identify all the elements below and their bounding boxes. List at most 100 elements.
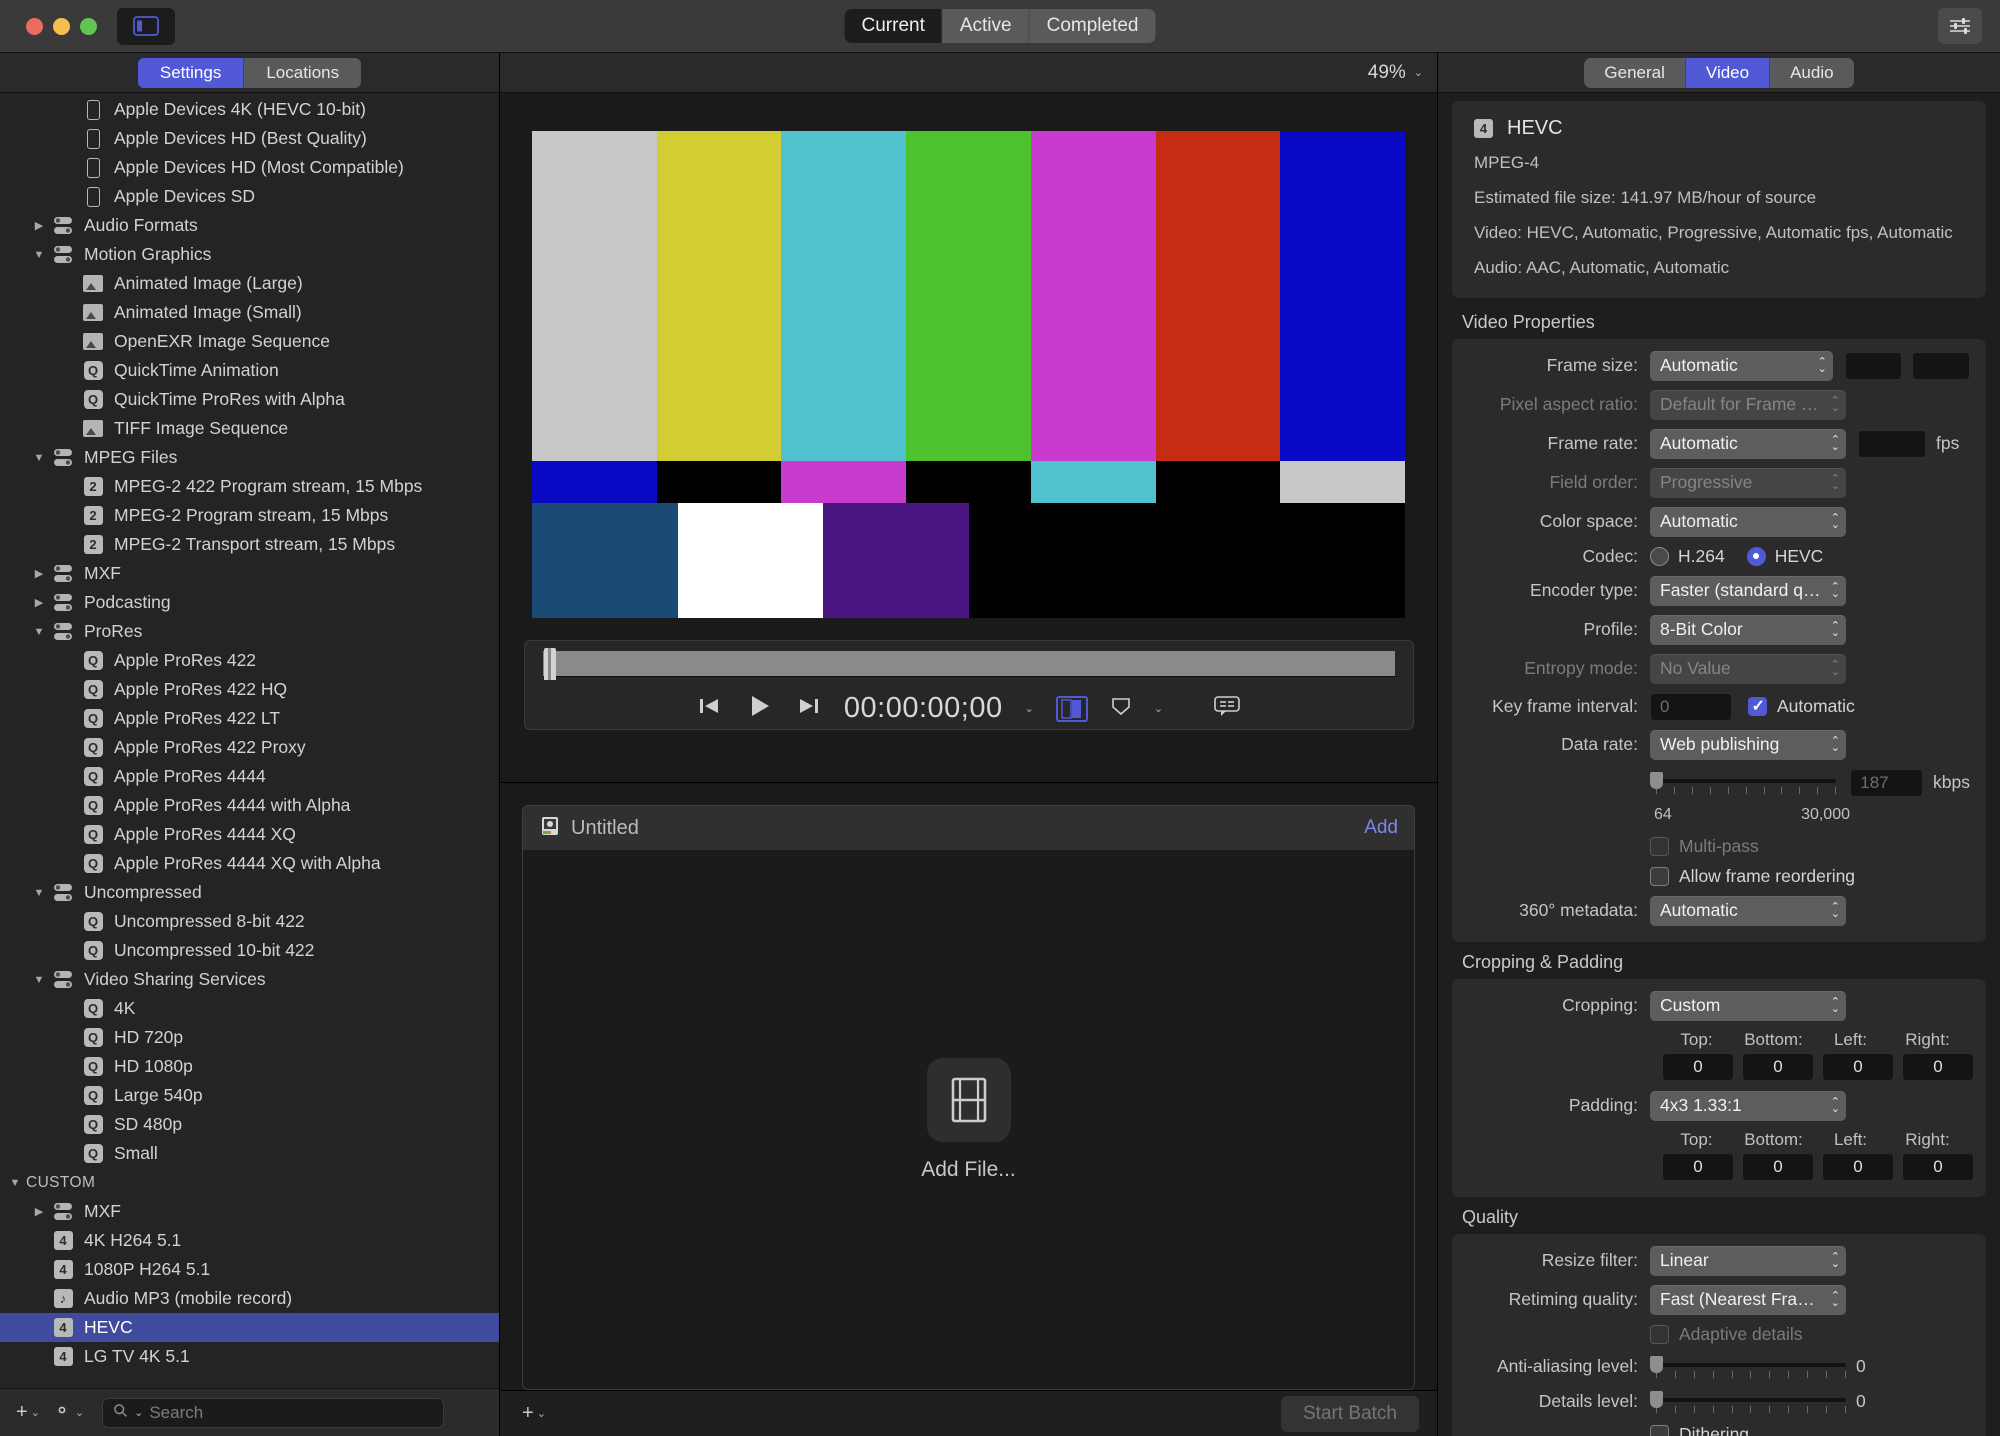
pad-bottom-field[interactable]: 0 — [1742, 1152, 1814, 1181]
settings-tree-item[interactable]: ▸ TIFF Image Sequence — [0, 414, 499, 443]
play-icon[interactable] — [744, 691, 774, 726]
tab-general[interactable]: General — [1584, 57, 1686, 88]
settings-tree-item[interactable]: ▼ CUSTOM — [0, 1168, 499, 1197]
settings-tree-item[interactable]: ▸4 4K H264 5.1 — [0, 1226, 499, 1255]
padding-select[interactable]: 4x3 1.33:1 ⌃ ⌄ — [1650, 1090, 1846, 1121]
data-rate-field[interactable]: 187 — [1850, 768, 1924, 797]
settings-tree-item[interactable]: ▸Q QuickTime Animation — [0, 356, 499, 385]
slider-knob[interactable] — [1650, 771, 1663, 789]
frame-rate-select[interactable]: Automatic ⌃ ⌄ — [1650, 428, 1846, 459]
tab-settings[interactable]: Settings — [137, 57, 245, 88]
settings-tree-item[interactable]: ▸Q SD 480p — [0, 1110, 499, 1139]
add-output-link[interactable]: Add — [1364, 817, 1398, 839]
data-rate-slider[interactable] — [1650, 770, 1837, 796]
metadata-360-select[interactable]: Automatic ⌃ ⌄ — [1650, 895, 1846, 926]
add-setting-button[interactable]: + ⌄ — [12, 1401, 44, 1424]
tab-current[interactable]: Current — [844, 9, 943, 43]
retiming-quality-select[interactable]: Fast (Nearest Frame) ⌃ ⌄ — [1650, 1284, 1846, 1315]
search-input[interactable]: ⌄ Search — [102, 1397, 445, 1428]
disclosure-collapsed-icon[interactable]: ▶ — [28, 596, 50, 609]
disclosure-collapsed-icon[interactable]: ▶ — [28, 1205, 50, 1218]
settings-tree-item[interactable]: ▸ Apple Devices HD (Best Quality) — [0, 124, 499, 153]
crop-right-field[interactable]: 0 — [1902, 1052, 1974, 1081]
settings-tree-item[interactable]: ▸Q Uncompressed 8-bit 422 — [0, 907, 499, 936]
chevron-down-icon[interactable]: ⌄ — [1154, 702, 1163, 715]
settings-tree-item[interactable]: ▼ Video Sharing Services — [0, 965, 499, 994]
frame-height-field[interactable] — [1912, 351, 1970, 380]
color-space-select[interactable]: Automatic ⌃ ⌄ — [1650, 506, 1846, 537]
settings-tree-item[interactable]: ▸4 HEVC — [0, 1313, 499, 1342]
dithering-checkbox[interactable]: Dithering — [1650, 1424, 1749, 1436]
closed-caption-icon[interactable] — [1213, 694, 1241, 723]
settings-tree-item[interactable]: ▸2 MPEG-2 422 Program stream, 15 Mbps — [0, 472, 499, 501]
settings-tree-item[interactable]: ▸Q HD 720p — [0, 1023, 499, 1052]
chevron-down-icon[interactable]: ⌄ — [1025, 702, 1034, 715]
tab-video[interactable]: Video — [1685, 57, 1771, 88]
tab-locations[interactable]: Locations — [244, 58, 361, 88]
marker-icon[interactable] — [1110, 695, 1132, 722]
frame-rate-field[interactable] — [1858, 429, 1926, 458]
tab-audio[interactable]: Audio — [1770, 58, 1853, 88]
start-batch-button[interactable]: Start Batch — [1281, 1395, 1419, 1432]
job-status-tabs[interactable]: Current Active Completed — [844, 9, 1156, 43]
settings-tree-item[interactable]: ▸Q Large 540p — [0, 1081, 499, 1110]
disclosure-expanded-icon[interactable]: ▼ — [28, 626, 50, 638]
tab-active[interactable]: Active — [943, 9, 1030, 43]
disclosure-expanded-icon[interactable]: ▼ — [28, 974, 50, 986]
key-frame-interval-field[interactable]: 0 — [1650, 692, 1732, 721]
settings-tree[interactable]: ▸ Apple Devices 4K (HEVC 10-bit) ▸ Apple De… — [0, 93, 499, 1388]
settings-tree-item[interactable]: ▸♪ Audio MP3 (mobile record) — [0, 1284, 499, 1313]
settings-tree-item[interactable]: ▼ ProRes — [0, 617, 499, 646]
settings-tree-item[interactable]: ▸ Apple Devices HD (Most Compatible) — [0, 153, 499, 182]
settings-tree-item[interactable]: ▶ MXF — [0, 559, 499, 588]
batch-name[interactable]: Untitled — [571, 817, 639, 840]
settings-tree-item[interactable]: ▸ Animated Image (Small) — [0, 298, 499, 327]
settings-tree-item[interactable]: ▼ MPEG Files — [0, 443, 499, 472]
add-job-button[interactable]: + ⌄ — [518, 1402, 550, 1425]
zoom-button[interactable] — [80, 17, 97, 35]
settings-tree-item[interactable]: ▸Q HD 1080p — [0, 1052, 499, 1081]
settings-tree-item[interactable]: ▸Q QuickTime ProRes with Alpha — [0, 385, 499, 414]
settings-tree-item[interactable]: ▸ Animated Image (Large) — [0, 269, 499, 298]
settings-tree-item[interactable]: ▶ MXF — [0, 1197, 499, 1226]
pad-right-field[interactable]: 0 — [1902, 1152, 1974, 1181]
settings-tree-item[interactable]: ▶ Audio Formats — [0, 211, 499, 240]
crop-left-field[interactable]: 0 — [1822, 1052, 1894, 1081]
settings-tree-item[interactable]: ▸4 LG TV 4K 5.1 — [0, 1342, 499, 1371]
settings-tree-item[interactable]: ▸2 MPEG-2 Program stream, 15 Mbps — [0, 501, 499, 530]
crop-bottom-field[interactable]: 0 — [1742, 1052, 1814, 1081]
disclosure-expanded-icon[interactable]: ▼ — [28, 452, 50, 464]
settings-tree-item[interactable]: ▸ Apple Devices 4K (HEVC 10-bit) — [0, 95, 499, 124]
close-button[interactable] — [26, 17, 43, 35]
sliders-icon[interactable] — [1938, 8, 1982, 44]
codec-radio-hevc[interactable]: HEVC — [1746, 546, 1823, 567]
pad-left-field[interactable]: 0 — [1822, 1152, 1894, 1181]
codec-radio-h264[interactable]: H.264 — [1650, 546, 1725, 567]
sidebar-toggle-icon[interactable] — [117, 7, 175, 45]
key-frame-automatic-checkbox[interactable]: Automatic — [1748, 696, 1855, 717]
cropping-select[interactable]: Custom ⌃ ⌄ — [1650, 990, 1846, 1021]
profile-select[interactable]: 8-Bit Color ⌃ ⌄ — [1650, 614, 1846, 645]
frame-size-select[interactable]: Automatic ⌃ ⌄ — [1650, 350, 1833, 381]
disclosure-collapsed-icon[interactable]: ▶ — [28, 567, 50, 580]
settings-tree-item[interactable]: ▸Q Apple ProRes 4444 XQ with Alpha — [0, 849, 499, 878]
settings-tree-item[interactable]: ▸Q Small — [0, 1139, 499, 1168]
settings-tree-item[interactable]: ▸4 1080P H264 5.1 — [0, 1255, 499, 1284]
timecode-display[interactable]: 00:00:00;00 — [844, 692, 1003, 725]
settings-tree-item[interactable]: ▼ Uncompressed — [0, 878, 499, 907]
settings-tree-item[interactable]: ▸ OpenEXR Image Sequence — [0, 327, 499, 356]
settings-tree-item[interactable]: ▸Q Apple ProRes 422 — [0, 646, 499, 675]
allow-frame-reordering-checkbox[interactable]: Allow frame reordering — [1650, 866, 1855, 887]
disclosure-expanded-icon[interactable]: ▼ — [28, 887, 50, 899]
settings-tree-item[interactable]: ▸2 MPEG-2 Transport stream, 15 Mbps — [0, 530, 499, 559]
resize-filter-select[interactable]: Linear ⌃ ⌄ — [1650, 1245, 1846, 1276]
settings-tree-item[interactable]: ▸Q Apple ProRes 422 LT — [0, 704, 499, 733]
data-rate-select[interactable]: Web publishing ⌃ ⌄ — [1650, 729, 1846, 760]
batch-dropzone[interactable]: Add File... — [523, 850, 1414, 1389]
zoom-control[interactable]: 49% ⌄ — [1368, 62, 1423, 84]
film-strip-icon[interactable] — [926, 1057, 1011, 1142]
scrubber-track[interactable] — [542, 648, 1395, 680]
disclosure-collapsed-icon[interactable]: ▶ — [28, 219, 50, 232]
minimize-button[interactable] — [53, 17, 70, 35]
split-view-icon[interactable] — [1055, 695, 1088, 722]
